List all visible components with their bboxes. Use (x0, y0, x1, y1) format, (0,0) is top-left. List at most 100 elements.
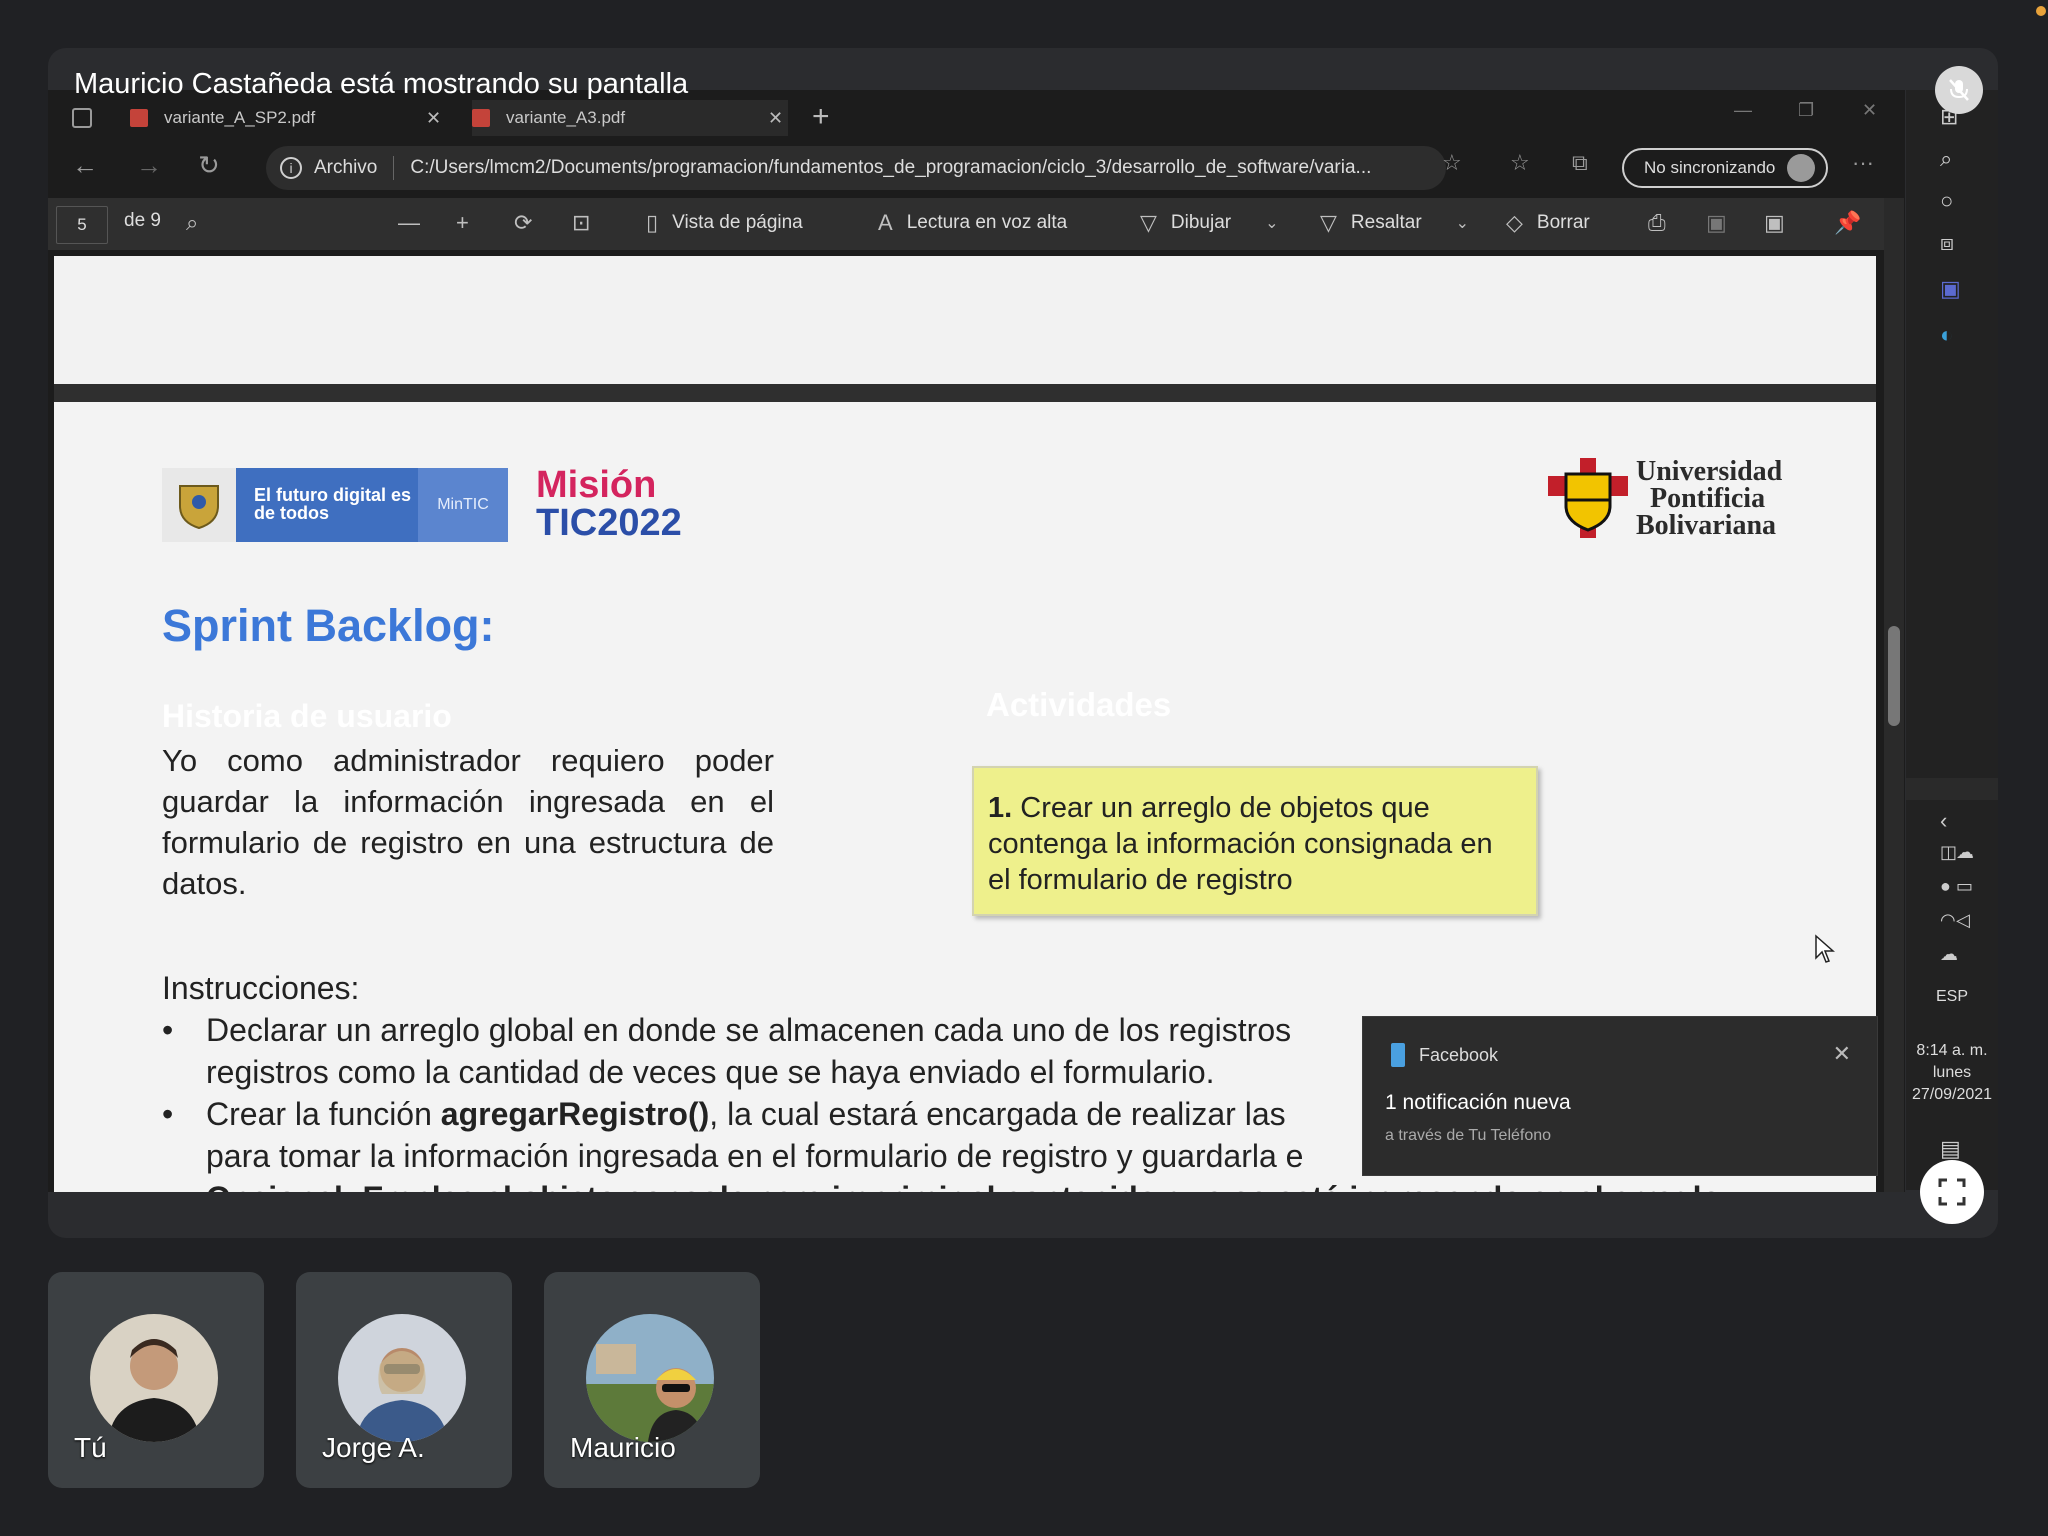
instruction-2-pre: Crear la función (206, 1096, 441, 1132)
clock-date: 27/09/2021 (1911, 1086, 1993, 1103)
restore-icon[interactable]: ❐ (1798, 100, 1814, 121)
mision-tic-line1: Misión (536, 464, 657, 506)
profile-sync-button[interactable]: No sincronizando (1622, 148, 1828, 188)
close-tab-icon[interactable]: ✕ (426, 108, 441, 129)
fullscreen-button[interactable] (1920, 1160, 1984, 1224)
sprint-backlog-title: Sprint Backlog: (162, 600, 495, 651)
read-aloud-button[interactable]: A Lectura en voz alta (878, 210, 1067, 236)
upb-name-line2: Pontificia (1650, 482, 1766, 514)
more-options-icon[interactable]: ··· (1852, 150, 1874, 176)
tab-actions-icon[interactable] (72, 108, 92, 128)
page-view-button[interactable]: ▯ Vista de página (646, 210, 803, 236)
tab-variante-a3[interactable]: variante_A3.pdf ✕ (472, 100, 788, 136)
zoom-in-icon[interactable]: + (456, 210, 483, 236)
volume-icon[interactable]: ◁ (1956, 910, 1970, 931)
draw-button[interactable]: ▽ Dibujar ⌄ (1140, 210, 1293, 236)
new-tab-button[interactable]: + (812, 100, 830, 134)
refresh-icon[interactable]: ↻ (198, 150, 220, 181)
chevron-down-icon[interactable]: ⌄ (1456, 213, 1469, 233)
save-icon[interactable]: ▣ (1706, 210, 1741, 236)
zoom-out-icon[interactable]: — (398, 210, 434, 236)
task-view-icon[interactable]: ⧈ (1940, 230, 1954, 256)
minimize-icon[interactable]: — (1734, 100, 1752, 121)
participant-tile[interactable]: Mauricio (544, 1272, 760, 1488)
microphone-icon[interactable]: ● (1940, 876, 1951, 897)
pin-toolbar-icon[interactable]: 📌 (1834, 210, 1875, 236)
panel-scrollbar[interactable] (1906, 778, 1998, 800)
address-separator (393, 156, 395, 180)
participant-name: Jorge A. (322, 1432, 425, 1463)
edge-icon[interactable]: ◐ (1940, 322, 1953, 348)
cortana-icon[interactable]: ○ (1940, 188, 1953, 214)
address-scheme: Archivo (314, 157, 378, 178)
wifi-icon[interactable]: ◠ (1940, 910, 1956, 931)
upb-logo: Universidad Pontificia Bolivariana (1546, 456, 1782, 540)
chevron-left-icon[interactable]: ‹ (1940, 808, 1947, 834)
tab-variante-a-sp2[interactable]: variante_A_SP2.pdf ✕ (130, 100, 446, 136)
notification-title: 1 notificación nueva (1385, 1091, 1571, 1114)
search-icon[interactable]: ⌕ (186, 210, 212, 236)
window-close-icon[interactable]: ✕ (1862, 100, 1877, 121)
page-total: de 9 (124, 210, 161, 231)
activity-text: Crear un arreglo de objetos que contenga… (988, 792, 1493, 896)
forward-icon[interactable]: → (136, 150, 162, 181)
teams-icon[interactable]: ▣ (1940, 276, 1961, 302)
erase-label: Borrar (1536, 212, 1590, 233)
language-indicator[interactable]: ESP (1906, 988, 1998, 1006)
instruction-2-line2: para tomar la información ingresada en e… (206, 1138, 1304, 1174)
print-icon[interactable]: ⎙ (1648, 210, 1680, 236)
notifications-icon[interactable]: ▤ (1940, 1136, 1961, 1162)
close-tab-icon[interactable]: ✕ (768, 108, 783, 129)
activity-sticky-note: 1. Crear un arreglo de objetos que conte… (972, 766, 1538, 916)
favorites-icon[interactable]: ☆ (1510, 150, 1530, 176)
upb-crest-icon (1548, 458, 1628, 538)
instruction-2-post: , la cual estará encargada de realizar l… (709, 1096, 1286, 1132)
page-number-input[interactable]: 5 (56, 206, 108, 244)
back-icon[interactable]: ← (72, 150, 98, 181)
instruction-1-line1: Declarar un arreglo global en donde se a… (206, 1012, 1292, 1048)
activity-number: 1. (988, 792, 1013, 824)
gov-co-logo: El futuro digital es de todos MinTIC (162, 468, 508, 542)
gov-co-slogan: El futuro digital es de todos (254, 485, 412, 523)
collections-icon[interactable]: ⧉ (1572, 150, 1588, 176)
participant-avatar (586, 1314, 714, 1442)
tab-label: variante_A3.pdf (506, 108, 626, 127)
read-aloud-icon: A (878, 210, 893, 235)
save-as-icon[interactable]: ▣ (1764, 210, 1799, 236)
bullet-dot: • (162, 1096, 174, 1132)
meet-now-icon[interactable]: ◫ (1940, 842, 1957, 863)
add-favorite-icon[interactable]: ☆ (1442, 150, 1462, 176)
page-view-label: Vista de página (672, 212, 803, 233)
onedrive-icon[interactable]: ☁ (1956, 842, 1974, 863)
participant-tile[interactable]: Jorge A. (296, 1272, 512, 1488)
user-story-heading: Historia de usuario (162, 698, 452, 734)
user-story-text: Yo como administrador requiero poder gua… (162, 743, 774, 901)
erase-button[interactable]: ◇ Borrar (1506, 210, 1590, 236)
participant-avatar (90, 1314, 218, 1442)
chevron-down-icon[interactable]: ⌄ (1265, 213, 1278, 233)
participant-tile[interactable]: Tú (48, 1272, 264, 1488)
mision-tic-line2: TIC2022 (536, 502, 682, 544)
highlight-label: Resaltar (1350, 212, 1422, 233)
participant-avatar (338, 1314, 466, 1442)
clock[interactable]: 8:14 a. m. lunes 27/09/2021 (1906, 1040, 1998, 1106)
address-bar[interactable]: i Archivo C:/Users/lmcm2/Documents/progr… (266, 146, 1446, 190)
notification-toast[interactable]: Facebook ✕ 1 notificación nueva a través… (1362, 1016, 1878, 1176)
rotate-icon[interactable]: ⟳ (514, 210, 546, 236)
instructions-heading: Instrucciones: (162, 970, 360, 1006)
presenter-muted-icon (1935, 66, 1983, 114)
pdf-scrollbar-thumb[interactable] (1888, 626, 1900, 726)
info-icon[interactable]: i (280, 157, 302, 179)
highlight-button[interactable]: ▽ Resaltar ⌄ (1320, 210, 1483, 236)
eraser-icon: ◇ (1506, 210, 1523, 235)
draw-icon: ▽ (1140, 210, 1157, 235)
search-icon[interactable]: ⌕ (1940, 146, 1952, 172)
instruction-2-line1: Crear la función agregarRegistro(), la c… (206, 1096, 1286, 1133)
clock-time: 8:14 a. m. (1916, 1042, 1988, 1059)
cloud-sync-icon[interactable]: ☁ (1940, 944, 1958, 965)
page-view-icon: ▯ (646, 210, 659, 235)
close-notification-icon[interactable]: ✕ (1833, 1041, 1851, 1067)
coat-of-arms-icon (162, 468, 236, 542)
fit-page-icon[interactable]: ⊡ (572, 210, 604, 236)
battery-icon[interactable]: ▭ (1956, 876, 1973, 897)
